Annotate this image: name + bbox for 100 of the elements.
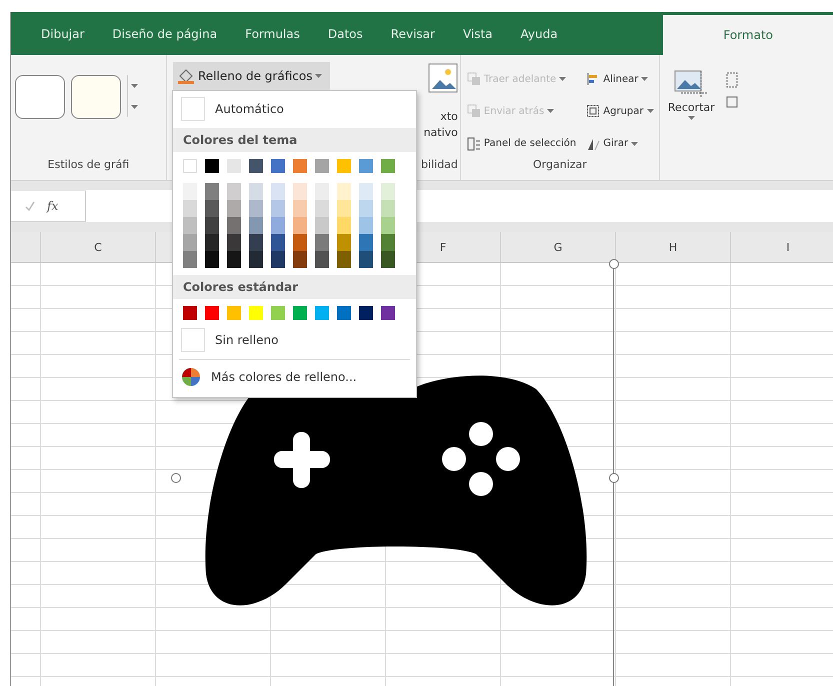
insert-function-button[interactable]: fx (47, 199, 58, 213)
color-swatch[interactable] (271, 217, 285, 234)
ribbon-tab[interactable]: Ayuda (506, 12, 572, 55)
ribbon-tab[interactable]: Formulas (231, 12, 314, 55)
crop-button[interactable]: Recortar (664, 61, 719, 180)
color-swatch[interactable] (249, 234, 263, 251)
color-swatch[interactable] (249, 306, 263, 320)
color-swatch[interactable] (315, 234, 329, 251)
ribbon-tab[interactable]: Diseño de página (98, 12, 232, 55)
color-swatch[interactable] (183, 234, 197, 251)
color-swatch[interactable] (315, 159, 329, 173)
color-swatch[interactable] (271, 306, 285, 320)
color-swatch[interactable] (337, 306, 351, 320)
color-swatch[interactable] (315, 217, 329, 234)
ribbon-tab[interactable]: Formato (663, 15, 833, 55)
arrange-button[interactable]: Panel de selección (464, 130, 578, 158)
color-swatch[interactable] (205, 306, 219, 320)
color-swatch[interactable] (183, 306, 197, 320)
color-swatch[interactable] (205, 183, 219, 200)
color-swatch[interactable] (359, 200, 373, 217)
color-swatch[interactable] (205, 251, 219, 268)
color-swatch[interactable] (293, 159, 307, 173)
color-swatch[interactable] (205, 234, 219, 251)
shape-style-thumbnail[interactable] (15, 75, 65, 119)
color-swatch[interactable] (271, 159, 285, 173)
resize-handle[interactable] (609, 259, 619, 269)
color-swatch[interactable] (227, 234, 241, 251)
color-swatch[interactable] (381, 200, 395, 217)
color-swatch[interactable] (249, 159, 263, 173)
ribbon-tab[interactable]: Dibujar (27, 12, 98, 55)
color-swatch[interactable] (227, 217, 241, 234)
color-swatch[interactable] (381, 183, 395, 200)
color-swatch[interactable] (227, 306, 241, 320)
rotate-icon (586, 136, 600, 151)
color-swatch[interactable] (381, 217, 395, 234)
color-swatch[interactable] (205, 159, 219, 173)
color-swatch[interactable] (293, 217, 307, 234)
color-swatch[interactable] (337, 159, 351, 173)
color-swatch[interactable] (183, 159, 197, 173)
color-swatch[interactable] (293, 234, 307, 251)
color-swatch[interactable] (227, 200, 241, 217)
color-swatch[interactable] (183, 200, 197, 217)
color-swatch[interactable] (183, 183, 197, 200)
color-swatch[interactable] (227, 183, 241, 200)
color-swatch[interactable] (381, 159, 395, 173)
color-swatch[interactable] (293, 306, 307, 320)
color-swatch[interactable] (381, 251, 395, 268)
arrange-button[interactable]: Girar (584, 130, 656, 158)
color-swatch[interactable] (183, 251, 197, 268)
color-swatch[interactable] (359, 234, 373, 251)
color-swatch[interactable] (337, 200, 351, 217)
color-swatch[interactable] (205, 217, 219, 234)
color-swatch[interactable] (359, 159, 373, 173)
color-swatch[interactable] (227, 251, 241, 268)
color-swatch[interactable] (293, 183, 307, 200)
color-swatch[interactable] (293, 251, 307, 268)
color-swatch[interactable] (359, 183, 373, 200)
color-swatch[interactable] (315, 306, 329, 320)
resize-handle[interactable] (609, 473, 619, 483)
color-swatch[interactable] (315, 183, 329, 200)
color-swatch[interactable] (337, 251, 351, 268)
color-swatch[interactable] (337, 217, 351, 234)
color-swatch[interactable] (271, 183, 285, 200)
arrange-button[interactable]: Alinear (584, 65, 656, 94)
button-label[interactable]: xto (440, 109, 458, 125)
color-swatch[interactable] (249, 251, 263, 268)
color-swatch[interactable] (315, 200, 329, 217)
gallery-scroll-button[interactable] (127, 75, 140, 117)
color-swatch[interactable] (183, 217, 197, 234)
shape-fill-button[interactable]: Relleno de gráficos (173, 62, 330, 90)
resize-handle[interactable] (171, 473, 181, 483)
color-swatch[interactable] (249, 183, 263, 200)
ribbon-tab[interactable]: Datos (314, 12, 377, 55)
color-swatch[interactable] (249, 200, 263, 217)
shape-style-thumbnail[interactable] (71, 75, 121, 119)
column-header[interactable]: I (731, 232, 833, 262)
column-header[interactable]: C (41, 232, 156, 262)
color-swatch[interactable] (359, 251, 373, 268)
ribbon-tab[interactable]: Vista (448, 12, 507, 55)
button-label[interactable]: nativo (424, 125, 458, 141)
color-swatch[interactable] (205, 200, 219, 217)
color-swatch[interactable] (271, 234, 285, 251)
color-swatch[interactable] (381, 234, 395, 251)
color-swatch[interactable] (249, 217, 263, 234)
ribbon-tab[interactable]: Revisar (376, 12, 449, 55)
color-swatch[interactable] (359, 217, 373, 234)
arrange-button[interactable]: Agrupar (584, 97, 656, 126)
more-colors-option[interactable]: Más colores de relleno... (173, 363, 416, 391)
no-fill-option[interactable]: Sin relleno (173, 324, 416, 356)
check-icon[interactable] (25, 201, 35, 211)
color-swatch[interactable] (359, 306, 373, 320)
color-swatch[interactable] (227, 159, 241, 173)
color-swatch[interactable] (381, 306, 395, 320)
color-swatch[interactable] (271, 200, 285, 217)
color-swatch[interactable] (271, 251, 285, 268)
color-swatch[interactable] (315, 251, 329, 268)
color-swatch[interactable] (337, 234, 351, 251)
color-swatch[interactable] (293, 200, 307, 217)
color-swatch[interactable] (337, 183, 351, 200)
automatic-option[interactable]: Automático (173, 93, 416, 125)
